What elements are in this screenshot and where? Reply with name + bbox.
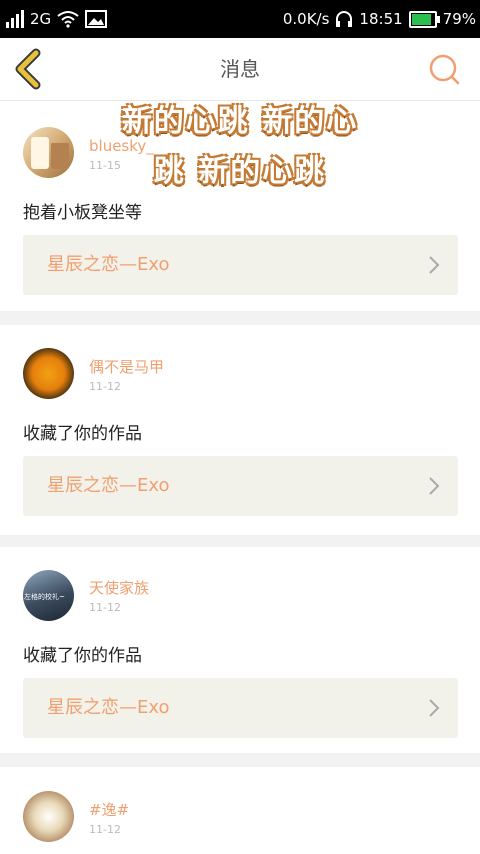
work-title: 星辰之恋—Exo — [47, 697, 170, 718]
avatar[interactable] — [23, 127, 74, 178]
work-link[interactable]: 星辰之恋—Exo — [23, 456, 458, 516]
chevron-right-icon — [429, 699, 440, 717]
clock: 18:51 — [359, 10, 403, 28]
battery-icon — [408, 10, 440, 28]
avatar[interactable] — [23, 791, 74, 842]
user-name[interactable]: 天使家族 — [89, 577, 149, 598]
avatar[interactable]: 左格的校礼~ — [23, 570, 74, 621]
status-bar: 2G 0.0K/s 18:51 79% — [0, 0, 480, 38]
search-icon — [429, 54, 460, 85]
signal-icon — [6, 10, 24, 28]
timestamp: 11-15 — [89, 159, 121, 172]
network-type: 2G — [30, 10, 52, 28]
status-left: 2G — [6, 0, 108, 38]
message-card[interactable]: #逸# 11-12 — [0, 767, 480, 854]
user-name[interactable]: #逸# — [89, 799, 129, 820]
status-right: 0.0K/s 18:51 79% — [283, 0, 476, 38]
page-title: 消息 — [220, 57, 260, 81]
image-icon — [85, 10, 108, 28]
avatar-caption: 左格的校礼~ — [24, 593, 65, 601]
avatar[interactable] — [23, 348, 74, 399]
message-text: 收藏了你的作品 — [23, 424, 142, 444]
message-card[interactable]: 左格的校礼~ 天使家族 11-12 收藏了你的作品 星辰之恋—Exo — [0, 547, 480, 753]
network-speed: 0.0K/s — [282, 10, 330, 28]
chevron-right-icon — [429, 256, 440, 274]
timestamp: 11-12 — [89, 823, 121, 836]
work-title: 星辰之恋—Exo — [47, 475, 170, 496]
message-card[interactable]: 偶不是马甲 11-12 收藏了你的作品 星辰之恋—Exo — [0, 325, 480, 535]
headset-icon — [336, 11, 353, 27]
timestamp: 11-12 — [89, 380, 121, 393]
work-link[interactable]: 星辰之恋—Exo — [23, 678, 458, 738]
work-link[interactable]: 星辰之恋—Exo — [23, 235, 458, 295]
back-button[interactable] — [10, 48, 50, 90]
user-name[interactable]: bluesky_ — [89, 137, 154, 155]
app-header: 消息 — [0, 38, 480, 101]
battery-percent: 79% — [442, 10, 476, 28]
chevron-right-icon — [429, 477, 440, 495]
wifi-icon — [57, 11, 79, 28]
search-button[interactable] — [426, 51, 462, 87]
timestamp: 11-12 — [89, 601, 121, 614]
work-title: 星辰之恋—Exo — [47, 254, 170, 275]
message-text: 抱着小板凳坐等 — [23, 203, 142, 223]
message-card[interactable]: bluesky_ 11-15 抱着小板凳坐等 星辰之恋—Exo — [0, 101, 480, 311]
message-text: 收藏了你的作品 — [23, 646, 142, 666]
chevron-left-icon — [15, 48, 41, 90]
user-name[interactable]: 偶不是马甲 — [89, 356, 164, 377]
